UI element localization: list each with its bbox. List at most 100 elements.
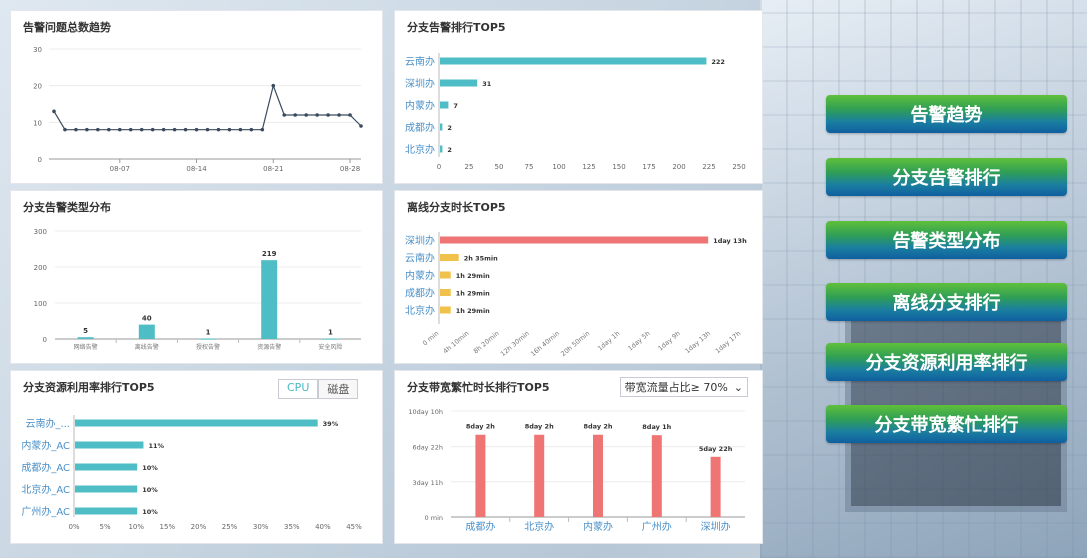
bar-value-label: 5 <box>83 327 88 335</box>
y-tick-label: 6day 22h <box>412 444 443 452</box>
category-label: 成都办 <box>465 520 495 533</box>
nav-button-offline-rank[interactable]: 离线分支排行 <box>826 283 1067 321</box>
branch-alarm-panel: 分支告警排行TOP5 云南办 222 深圳办 31 内蒙办 7 成都办 2 北京办 2 0 25 50 7… <box>394 10 763 184</box>
trend-title: 告警问题总数趋势 <box>23 21 111 34</box>
trend-point <box>172 127 177 132</box>
bar <box>200 338 216 340</box>
x-tick-label: 0 <box>437 163 441 171</box>
bar <box>593 434 603 517</box>
nav-button-branch-alarm-rank[interactable]: 分支告警排行 <box>826 158 1067 196</box>
trend-point <box>238 127 243 132</box>
bar-value-label: 10% <box>142 508 158 516</box>
x-tick-label: 8h 20min <box>472 329 501 355</box>
bar-value-label: 1h 29min <box>456 290 490 298</box>
bar-value-label: 1 <box>206 329 211 337</box>
trend-point <box>260 127 265 132</box>
bar <box>440 57 707 65</box>
chevron-down-icon: ⌄ <box>733 380 743 394</box>
trend-point <box>194 127 199 132</box>
x-tick-label: 15% <box>160 523 176 531</box>
category-label: 内蒙办 <box>583 520 613 533</box>
bar-value-label: 10% <box>142 486 158 494</box>
trend-point <box>107 127 111 132</box>
branch-alarm-title: 分支告警排行TOP5 <box>407 21 506 34</box>
trend-point <box>52 109 56 114</box>
bandwidth-threshold-select[interactable]: 带宽流量占比≥ 70% ⌄ <box>619 377 748 397</box>
x-tick-label: 25% <box>222 523 238 531</box>
bar <box>651 435 662 517</box>
bar-value-label: 2h 35min <box>464 255 498 263</box>
trend-point <box>139 127 144 132</box>
bar <box>440 101 449 109</box>
trend-panel: 告警问题总数趋势 0 10 20 30 08-07 08-14 08-21 08-28 <box>10 10 383 184</box>
bar-value-label: 222 <box>711 58 725 66</box>
bar-value-label: 8day 1h <box>642 423 671 431</box>
x-tick-label: 40% <box>315 523 331 531</box>
bar-value-label: 1day 13h <box>713 237 747 245</box>
category-label: 北京办 <box>524 520 554 533</box>
category-label: 离线告警 <box>135 343 159 351</box>
offline-title: 离线分支时长TOP5 <box>407 201 506 214</box>
trend-chart: 0 10 20 30 08-07 08-14 08-21 08-28 <box>33 46 363 173</box>
bar-value-label: 5day 22h <box>699 445 733 453</box>
bar-value-label: 8day 2h <box>583 423 612 431</box>
category-label: 广州办_AC <box>21 505 70 518</box>
nav-button-bandwidth-rank[interactable]: 分支带宽繁忙排行 <box>826 405 1067 443</box>
y-tick-label: 20 <box>33 83 42 91</box>
x-tick-label: 150 <box>612 163 625 171</box>
y-tick-label: 0 min <box>425 514 443 522</box>
category-label: 网络告警 <box>74 343 98 351</box>
bar <box>440 123 443 131</box>
category-label: 云南办_... <box>25 417 70 430</box>
bar-value-label: 2 <box>447 146 452 154</box>
bar-value-label: 219 <box>262 250 277 258</box>
bandwidth-title: 分支带宽繁忙时长排行TOP5 <box>407 381 550 394</box>
category-label: 成都办_AC <box>21 461 70 474</box>
x-tick-label: 225 <box>702 163 715 171</box>
nav-button-resource-rank[interactable]: 分支资源利用率排行 <box>826 343 1067 381</box>
x-tick-label: 4h 10min <box>442 329 471 355</box>
alarm-type-panel: 分支告警类型分布 0 100 200 300 5 网络告警 40 离线告警 1 授权告警 219 资源… <box>10 190 383 364</box>
offline-chart: 深圳办 1day 13h 云南办 2h 35min 内蒙办 1h 29min 成都办 1h 2… <box>405 232 747 358</box>
bar <box>440 306 451 314</box>
bar <box>534 434 545 517</box>
category-label: 内蒙办 <box>405 269 435 282</box>
branch-alarm-chart: 云南办 222 深圳办 31 内蒙办 7 成都办 2 北京办 2 0 25 50 75 100 125 150 1… <box>405 53 746 171</box>
resource-toggle: CPU 磁盘 <box>278 379 359 399</box>
x-tick-label: 08-14 <box>186 165 207 173</box>
category-label: 云南办 <box>405 55 435 68</box>
bar <box>475 434 486 517</box>
trend-series-line <box>53 83 362 131</box>
category-label: 北京办_AC <box>21 483 70 496</box>
x-tick-label: 1day 13h <box>684 329 713 355</box>
trend-point <box>117 127 122 132</box>
trend-point <box>161 127 166 132</box>
category-label: 深圳办 <box>701 520 731 533</box>
bar <box>440 271 451 279</box>
x-tick-label: 250 <box>732 163 745 171</box>
trend-point <box>85 127 89 132</box>
disk-tab[interactable]: 磁盘 <box>318 379 359 399</box>
x-tick-label: 20h 50min <box>559 329 591 358</box>
trend-point <box>271 83 276 88</box>
nav-button-alarm-trend[interactable]: 告警趋势 <box>826 95 1067 133</box>
alarm-type-chart: 0 100 200 300 5 网络告警 40 离线告警 1 授权告警 219 资源告警 1 安全风险 <box>34 228 361 351</box>
bar-value-label: 8day 2h <box>525 423 554 431</box>
category-label: 成都办 <box>405 287 435 300</box>
nav-button-alarm-type[interactable]: 告警类型分布 <box>826 221 1067 259</box>
resource-title: 分支资源利用率排行TOP5 <box>23 381 155 394</box>
trend-point <box>326 113 330 117</box>
bar-value-label: 31 <box>482 80 492 88</box>
cpu-tab[interactable]: CPU <box>278 379 319 399</box>
x-tick-label: 16h 40min <box>529 329 561 358</box>
trend-point <box>216 127 221 132</box>
bar <box>440 289 451 296</box>
bar-value-label: 1h 29min <box>456 307 490 315</box>
category-label: 北京办 <box>405 143 435 156</box>
bar <box>322 338 339 340</box>
x-tick-label: 08-21 <box>263 165 283 173</box>
bar <box>440 254 459 261</box>
bar <box>75 463 138 471</box>
x-tick-label: 75 <box>525 163 534 171</box>
trend-point <box>96 127 100 132</box>
